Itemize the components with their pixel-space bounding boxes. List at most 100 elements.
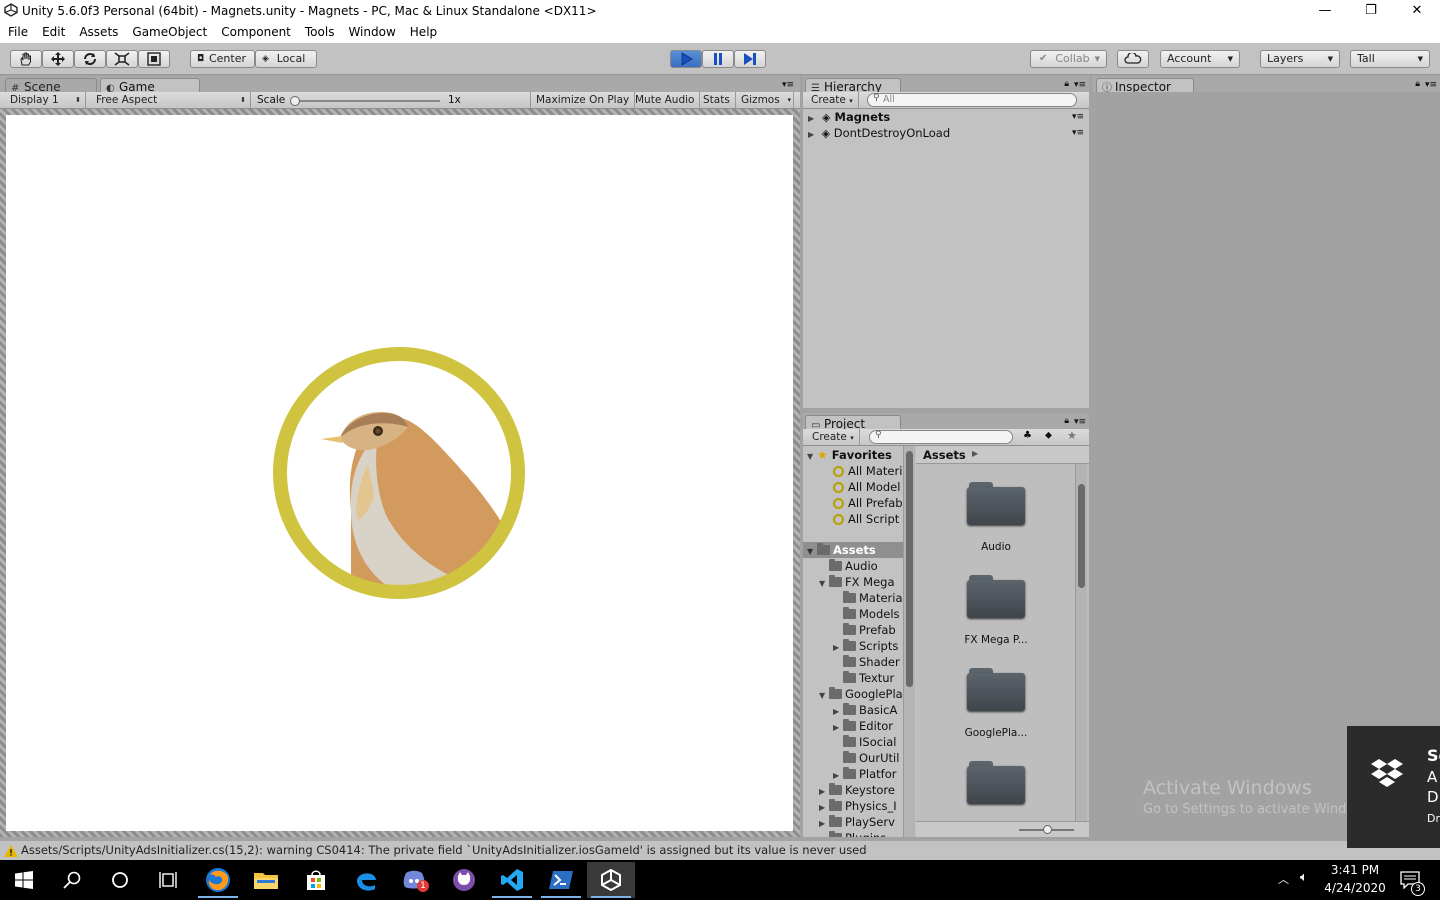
minimize-button[interactable]: — <box>1302 0 1348 22</box>
rotate-tool-button[interactable] <box>74 50 106 68</box>
project-tree-item[interactable]: ▶ Physics_I <box>819 798 897 814</box>
expand-arrow-icon[interactable]: ▶ <box>808 127 818 143</box>
expand-arrow-icon[interactable]: ▼ <box>819 576 829 592</box>
grid-scrollbar-thumb[interactable] <box>1078 484 1085 588</box>
expand-arrow-icon[interactable]: ▼ <box>807 544 817 560</box>
project-create-dropdown[interactable]: Create ▾ <box>807 429 860 445</box>
breadcrumb-assets[interactable]: Assets <box>923 448 966 462</box>
favorites-header[interactable]: ▼ ★ Favorites <box>807 447 892 463</box>
assets-root-item[interactable]: ▼ Assets <box>803 542 903 558</box>
icon-size-slider-thumb[interactable] <box>1043 825 1052 834</box>
tree-scrollbar[interactable] <box>903 446 915 837</box>
powershell-taskbar-app[interactable] <box>537 862 585 898</box>
expand-arrow-icon[interactable]: ▼ <box>819 688 829 704</box>
project-tree-item[interactable]: Prefab <box>833 622 896 638</box>
play-button[interactable] <box>670 50 702 68</box>
filter-by-label-icon[interactable]: ⬥ <box>1045 430 1052 441</box>
vscode-taskbar-app[interactable] <box>488 862 536 898</box>
project-tree-item[interactable]: ▶ Platfor <box>833 766 897 782</box>
project-tree-item[interactable]: ▶ Keystore <box>819 782 895 798</box>
github-desktop-taskbar-app[interactable] <box>440 862 488 898</box>
lock-icon[interactable]: 🔒︎ <box>1415 79 1420 89</box>
step-button[interactable] <box>734 50 766 68</box>
project-tree-item[interactable]: ▶ BasicA <box>833 702 897 718</box>
pause-button[interactable] <box>702 50 734 68</box>
task-view-button[interactable] <box>144 862 192 898</box>
gizmos-dropdown[interactable]: Gizmos ▾ <box>736 92 794 108</box>
favorite-all-prefabs[interactable]: All Prefab <box>833 495 903 511</box>
file-explorer-taskbar-app[interactable] <box>242 862 290 898</box>
space-local-toggle[interactable]: ◈ Local <box>255 50 317 68</box>
hierarchy-search-input[interactable]: ⚲ All <box>867 93 1077 107</box>
edge-taskbar-app[interactable] <box>342 862 390 898</box>
project-tree-item[interactable]: ▶ PlayServ <box>819 814 895 830</box>
menu-component[interactable]: Component <box>213 22 297 39</box>
project-tree-item[interactable]: ▼ FX Mega <box>819 574 895 590</box>
grid-folder-fx-mega[interactable] <box>967 574 1025 618</box>
expand-arrow-icon[interactable]: ▼ <box>807 449 817 465</box>
scale-slider[interactable] <box>292 100 440 102</box>
hierarchy-item-dontdestroyonload[interactable]: ▶ ◈ DontDestroyOnLoad ▾≡ <box>803 125 1089 141</box>
stats-toggle[interactable]: Stats <box>698 92 736 108</box>
clock-date[interactable]: 4/24/2020 <box>1322 881 1388 895</box>
grid-folder-audio[interactable] <box>967 481 1025 525</box>
menu-file[interactable]: File <box>0 22 34 39</box>
favorite-all-scripts[interactable]: All Script <box>833 511 899 527</box>
rect-tool-button[interactable] <box>138 50 170 68</box>
hierarchy-item-magnets[interactable]: ▶ ◈ Magnets ▾≡ <box>803 109 1089 125</box>
project-tree-item[interactable]: ▶ Plugins <box>819 830 886 837</box>
project-tree-item[interactable]: ISocial <box>833 734 897 750</box>
lock-icon[interactable]: 🔒︎ <box>1064 416 1069 426</box>
account-dropdown[interactable]: Account ▼ <box>1160 50 1240 68</box>
project-tree-item[interactable]: ▶ Editor <box>833 718 893 734</box>
scale-slider-thumb[interactable] <box>290 96 300 106</box>
maximize-on-play-toggle[interactable]: Maximize On Play <box>530 92 636 108</box>
project-tree-item[interactable]: Shader <box>833 654 900 670</box>
hierarchy-create-dropdown[interactable]: Create ▾ <box>806 92 859 108</box>
display-dropdown[interactable]: Display 1 ⬍ <box>5 92 86 108</box>
tree-scrollbar-thumb[interactable] <box>906 451 913 687</box>
menu-help[interactable]: Help <box>402 22 443 39</box>
discord-taskbar-app[interactable]: 1 <box>390 862 438 898</box>
clock-time[interactable]: 3:41 PM <box>1322 863 1388 877</box>
hand-tool-button[interactable] <box>10 50 42 68</box>
favorite-all-models[interactable]: All Model <box>833 479 900 495</box>
favorite-star-icon[interactable]: ★ <box>1067 429 1077 442</box>
filter-by-type-icon[interactable]: ♣ <box>1023 430 1032 441</box>
dropbox-notification[interactable]: Sc A D Dr <box>1347 726 1440 848</box>
start-button[interactable] <box>0 862 48 898</box>
scale-tool-button[interactable] <box>106 50 138 68</box>
favorite-all-materials[interactable]: All Materi <box>833 463 902 479</box>
search-taskbar-button[interactable] <box>48 862 96 898</box>
context-menu-icon[interactable]: ▾≡ <box>1072 109 1084 125</box>
cortana-button[interactable] <box>96 862 144 898</box>
project-tree-item[interactable]: Materia <box>833 590 903 606</box>
close-button[interactable]: ✕ <box>1394 0 1440 22</box>
console-status-bar[interactable]: Assets/Scripts/UnityAdsInitializer.cs(15… <box>0 841 1440 860</box>
panel-menu-icon[interactable]: ▾≡ <box>1425 80 1437 90</box>
tray-overflow-chevron-icon[interactable]: ︿ <box>1278 871 1289 887</box>
unity-taskbar-app[interactable] <box>587 862 635 898</box>
menu-edit[interactable]: Edit <box>34 22 71 39</box>
panel-menu-icon[interactable]: ▾≡ <box>1074 80 1086 90</box>
action-center-button[interactable]: 3 <box>1392 862 1436 898</box>
lock-icon[interactable]: 🔒︎ <box>1064 79 1069 89</box>
grid-folder-googleplay[interactable] <box>967 667 1025 711</box>
maximize-button[interactable]: ❐ <box>1348 0 1394 22</box>
firefox-taskbar-app[interactable] <box>194 862 242 898</box>
grid-scrollbar[interactable] <box>1075 464 1087 821</box>
menu-assets[interactable]: Assets <box>71 22 124 39</box>
collab-dropdown[interactable]: ✔ Collab ▼ <box>1030 50 1107 68</box>
move-tool-button[interactable] <box>42 50 74 68</box>
expand-arrow-icon[interactable]: ▶ <box>819 832 829 837</box>
game-view-canvas[interactable] <box>6 115 793 831</box>
menu-tools[interactable]: Tools <box>297 22 341 39</box>
context-menu-icon[interactable]: ▾≡ <box>1072 125 1084 141</box>
layers-dropdown[interactable]: Layers ▼ <box>1260 50 1340 68</box>
panel-menu-icon[interactable]: ▾≡ <box>1074 417 1086 427</box>
mute-audio-toggle[interactable]: Mute Audio <box>630 92 701 108</box>
menu-gameobject[interactable]: GameObject <box>124 22 213 39</box>
volume-icon[interactable]: 🔈︎ <box>1300 870 1308 885</box>
store-taskbar-app[interactable] <box>292 862 340 898</box>
project-tree-item[interactable]: Textur <box>833 670 894 686</box>
